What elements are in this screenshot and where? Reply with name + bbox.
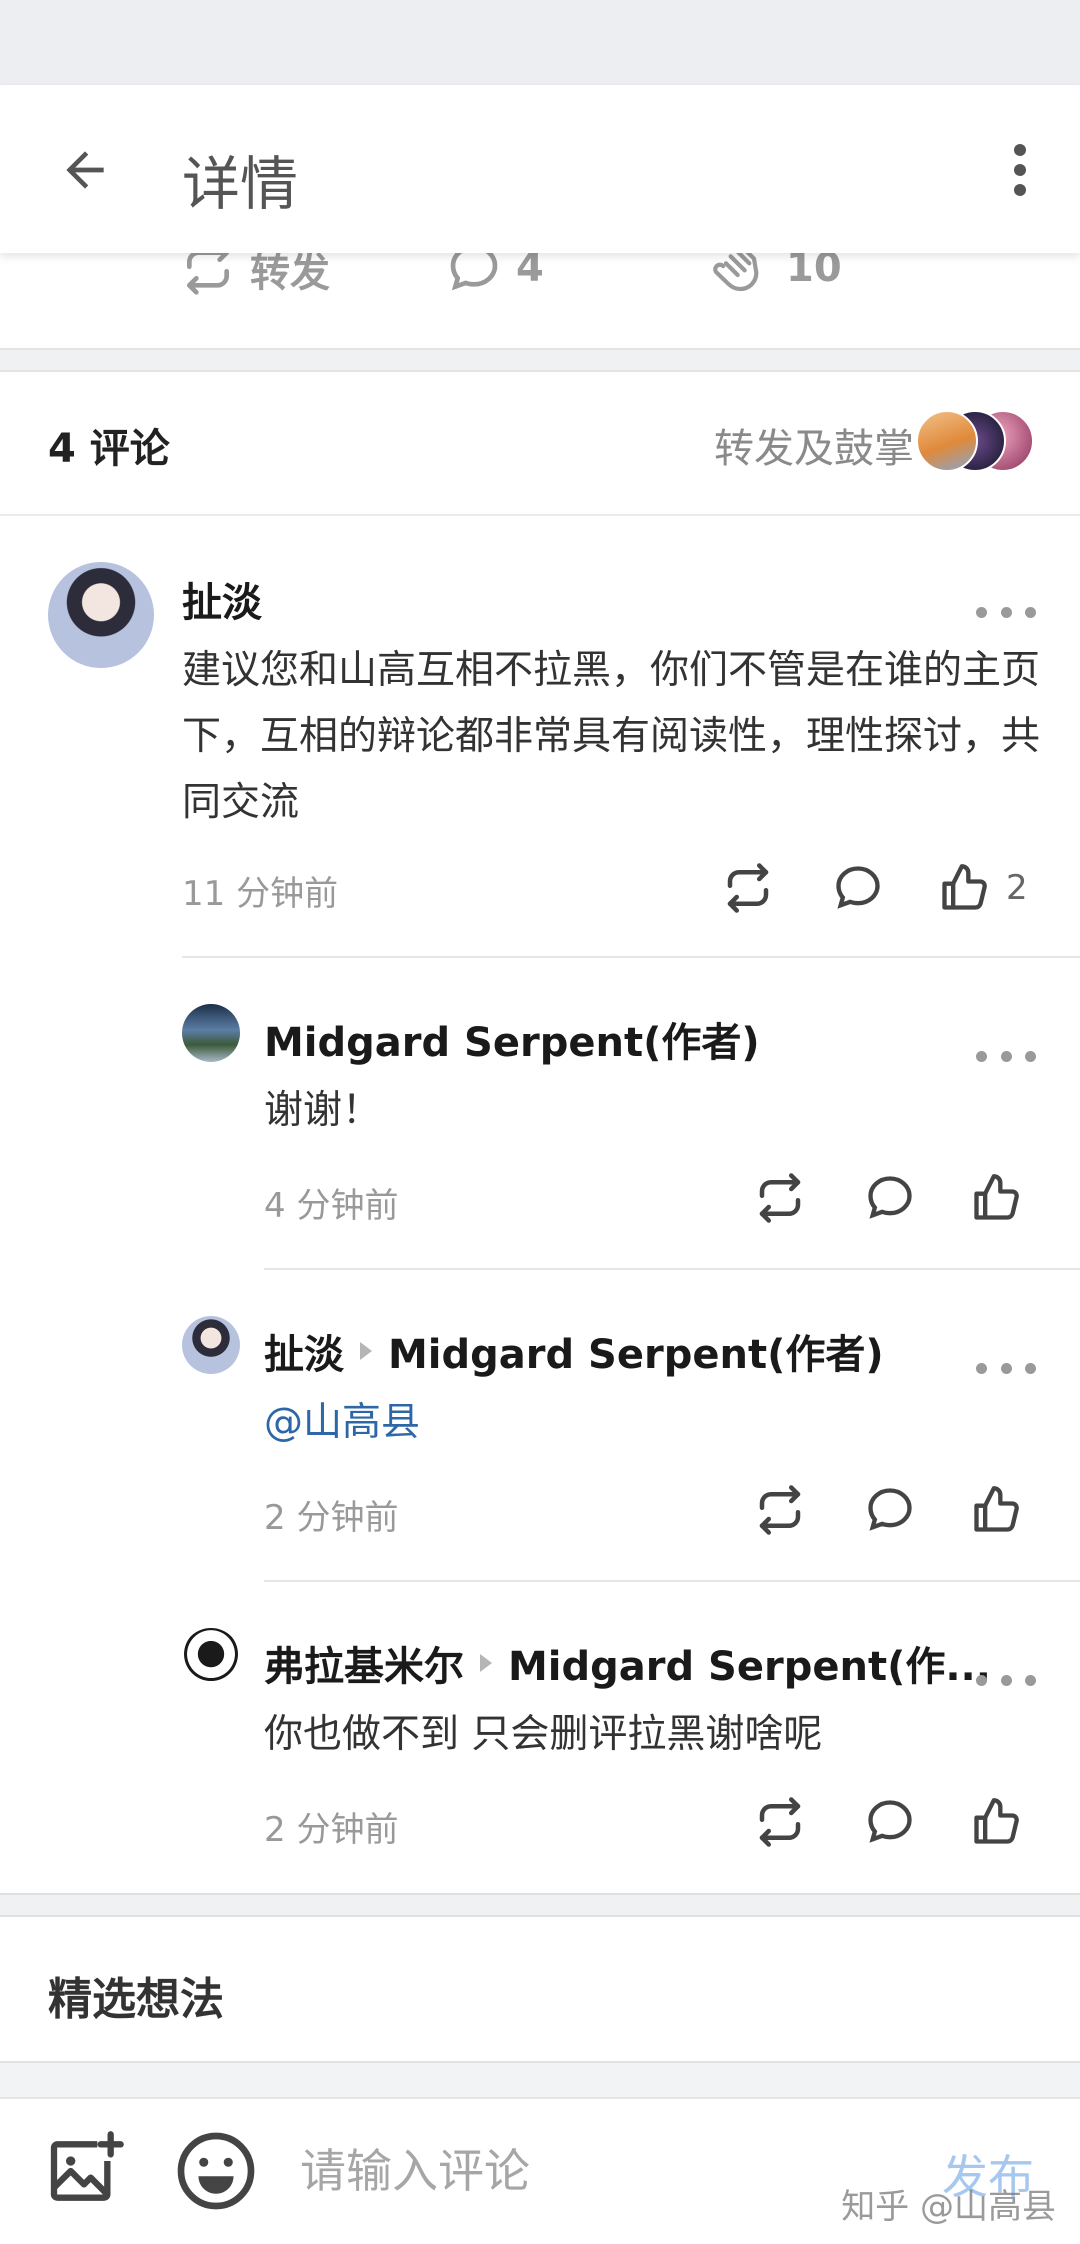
arrow-left-icon (66, 151, 104, 189)
comments-count: 4 评论 (48, 426, 170, 472)
section-separator (0, 348, 1080, 372)
page-title: 详情 (182, 150, 299, 218)
app-bar: 详情 (0, 85, 1080, 253)
status-bar (0, 0, 1080, 85)
avatar[interactable] (182, 1316, 240, 1374)
author-name: 扯淡 (182, 580, 262, 626)
comment-time: 4 分钟前 (264, 1186, 399, 1226)
section-separator (0, 1893, 1080, 1917)
like-button[interactable] (958, 1472, 1034, 1548)
comment-text: 你也做不到 只会删评拉黑谢啥呢 (264, 1712, 823, 1757)
like-button[interactable] (958, 1784, 1034, 1860)
reply-button[interactable] (852, 1472, 928, 1548)
comment-input-bar: 发布 知乎 @山高县 (0, 2097, 1080, 2244)
like-button[interactable] (926, 850, 1002, 926)
reply-button[interactable] (852, 1784, 928, 1860)
comment-author[interactable]: 扯淡 (182, 570, 262, 628)
featured-title: 精选想法 (48, 1974, 224, 2025)
like-icon (942, 864, 987, 910)
ellipsis-icon (976, 606, 987, 618)
comment-actions: 2 (710, 850, 1028, 926)
reply-to-name: Midgard Serpent(作... (508, 1644, 991, 1690)
comment-item: Midgard Serpent(作者) 谢谢！ 4 分钟前 (0, 960, 1080, 1270)
section-separator (0, 2061, 1080, 2097)
add-image-button[interactable] (44, 2131, 124, 2211)
reply-to-name: Midgard Serpent(作者) (388, 1332, 884, 1378)
back-button[interactable] (50, 135, 120, 205)
comment-item: 扯淡 建议您和山高互相不拉黑，你们不管是在谁的主页下，互相的辩论都非常具有阅读性… (0, 518, 1080, 958)
repost-icon (759, 1485, 801, 1535)
comment-actions (742, 1472, 1034, 1548)
author-name: 弗拉基米尔 (264, 1644, 464, 1690)
more-options-button[interactable] (990, 135, 1050, 205)
ellipsis-icon (976, 1674, 987, 1686)
comment-item: 弗拉基米尔 Midgard Serpent(作... 你也做不到 只会删评拉黑谢… (0, 1584, 1080, 1890)
comment-icon (868, 1800, 912, 1843)
comment-author[interactable]: 弗拉基米尔 Midgard Serpent(作... (264, 1634, 991, 1692)
image-add-icon (50, 2131, 124, 2201)
reply-arrow-icon (480, 1654, 492, 1672)
repost-button[interactable] (742, 1160, 818, 1236)
repost-button[interactable] (742, 1784, 818, 1860)
ellipsis-icon (976, 1050, 987, 1062)
comment-text: 建议您和山高互相不拉黑，你们不管是在谁的主页下，互相的辩论都非常具有阅读性，理性… (182, 648, 1041, 825)
reply-arrow-icon (360, 1342, 372, 1360)
comment-time: 2 分钟前 (264, 1810, 399, 1850)
avatar[interactable] (182, 1628, 240, 1686)
comment-text: 谢谢！ (264, 1088, 382, 1133)
reply-button[interactable] (852, 1160, 928, 1236)
comments-header: 4 评论 转发及鼓掌 (0, 372, 1080, 516)
repost-button[interactable] (742, 1472, 818, 1548)
divider (182, 956, 1080, 958)
comment-icon (868, 1488, 912, 1531)
reposts-and-claps-link[interactable]: 转发及鼓掌 (714, 416, 914, 474)
mention-link[interactable]: @山高县 (264, 1390, 1044, 1456)
like-count: 2 (1006, 868, 1028, 908)
like-icon (974, 1174, 1019, 1220)
author-name: Midgard Serpent(作者) (264, 1020, 760, 1066)
comment-menu-button[interactable] (976, 592, 1036, 632)
reposter-avatars[interactable] (916, 410, 1036, 474)
ellipsis-icon (976, 1362, 987, 1374)
repost-icon (759, 1797, 801, 1847)
comment-menu-button[interactable] (976, 1660, 1036, 1700)
repost-icon (727, 863, 769, 913)
divider (264, 1580, 1080, 1582)
comment-icon (868, 1176, 912, 1219)
comment-time: 11 分钟前 (182, 874, 339, 914)
emoji-button[interactable] (174, 2129, 258, 2213)
avatar (916, 410, 978, 472)
like-icon (974, 1486, 1019, 1532)
featured-section: 精选想法 (0, 1917, 1080, 2061)
comment-input[interactable] (300, 2129, 860, 2213)
comment-actions (742, 1160, 1034, 1236)
comment-menu-button[interactable] (976, 1036, 1036, 1076)
divider (264, 1268, 1080, 1270)
reply-button[interactable] (820, 850, 896, 926)
comment-time: 2 分钟前 (264, 1498, 399, 1538)
like-icon (974, 1798, 1019, 1844)
comment-actions (742, 1784, 1034, 1860)
comment-author[interactable]: Midgard Serpent(作者) (264, 1010, 760, 1068)
author-name: 扯淡 (264, 1332, 344, 1378)
repost-icon (759, 1173, 801, 1223)
like-button[interactable] (958, 1160, 1034, 1236)
watermark: 知乎 @山高县 (841, 2187, 1056, 2227)
comment-item: 扯淡 Midgard Serpent(作者) @山高县 2 分钟前 (0, 1272, 1080, 1582)
repost-button[interactable] (710, 850, 786, 926)
comment-menu-button[interactable] (976, 1348, 1036, 1388)
comment-icon (836, 866, 880, 909)
avatar[interactable] (182, 1004, 240, 1062)
emoji-icon (177, 2132, 255, 2210)
comment-author[interactable]: 扯淡 Midgard Serpent(作者) (264, 1322, 884, 1380)
more-vertical-icon (1014, 144, 1026, 196)
avatar[interactable] (48, 562, 154, 668)
